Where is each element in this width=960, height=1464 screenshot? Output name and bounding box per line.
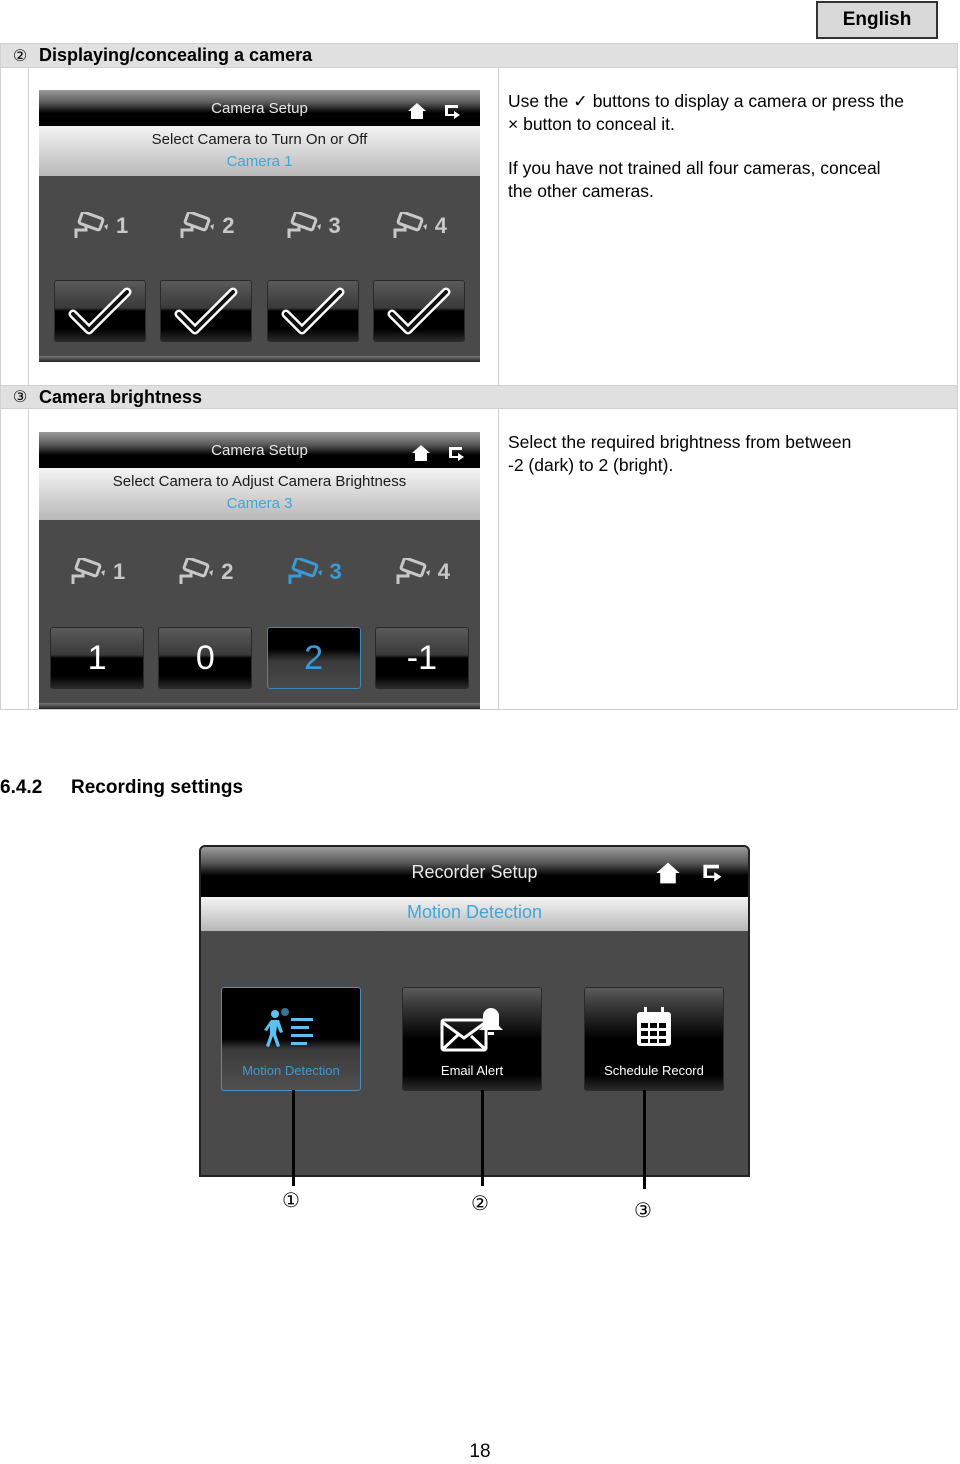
camera-setup-screen-brightness: Camera Setup Select Camera to Adjust Cam… xyxy=(39,432,480,709)
desc-line: × button to conceal it. xyxy=(508,114,675,134)
camera-list: 1 2 3 4 xyxy=(39,210,480,242)
back-icon[interactable] xyxy=(701,861,725,883)
calendar-icon xyxy=(637,1007,671,1046)
desc-line: Use the ✓ buttons to display a camera or… xyxy=(508,91,904,111)
camera-icon xyxy=(179,558,214,584)
checkmark-icon xyxy=(387,287,451,335)
callout-line xyxy=(292,1090,295,1186)
desc-line: If you have not trained all four cameras… xyxy=(508,158,881,178)
email-alert-button[interactable]: Email Alert xyxy=(402,987,542,1091)
callout-number: ② xyxy=(471,1193,489,1215)
camera-icon xyxy=(288,558,322,584)
description-brightness: Select the required brightness from betw… xyxy=(508,431,953,477)
camera-number: 2 xyxy=(221,559,234,584)
camera-item[interactable]: 4 xyxy=(366,210,472,242)
desc-line: Select the required brightness from betw… xyxy=(508,432,852,452)
camera-icon xyxy=(180,212,215,238)
camera-number: 1 xyxy=(116,213,129,238)
camera-icon xyxy=(71,558,105,584)
screen-subtitle-bar: Select Camera to Turn On or Off Camera 1 xyxy=(39,126,480,176)
camera-item[interactable]: 1 xyxy=(47,210,153,242)
camera-1-check-button[interactable] xyxy=(54,280,147,342)
checkmark-icon xyxy=(68,287,132,335)
row-number: ③ xyxy=(12,389,28,406)
checkmark-icon xyxy=(281,287,345,335)
camera-number: 3 xyxy=(328,213,341,238)
desc-line: -2 (dark) to 2 (bright). xyxy=(508,455,674,475)
motion-detection-button[interactable]: Motion Detection xyxy=(221,987,361,1091)
desc-line: the other cameras. xyxy=(508,181,654,201)
screen-bottom-edge xyxy=(39,356,480,362)
description-display-conceal: Use the ✓ buttons to display a camera or… xyxy=(508,90,953,203)
email-alert-icon xyxy=(440,1008,503,1052)
callout-line xyxy=(643,1090,646,1189)
button-label: Motion Detection xyxy=(242,1063,340,1078)
screen-subtitle: Select Camera to Turn On or Off xyxy=(151,131,368,148)
camera-2-check-button[interactable] xyxy=(160,280,253,342)
motion-detection-icon xyxy=(264,1008,313,1047)
camera-4-check-button[interactable] xyxy=(372,280,465,342)
screen-subtitle: Motion Detection xyxy=(406,902,543,922)
button-label: Schedule Record xyxy=(604,1063,704,1078)
checkmark-icon xyxy=(174,287,238,335)
divider xyxy=(498,409,499,709)
screen-subtitle-bar: Motion Detection xyxy=(201,897,748,931)
selected-camera-label: Camera 1 xyxy=(226,153,293,170)
language-label: English xyxy=(816,1,938,39)
brightness-button[interactable]: 0 xyxy=(158,627,253,689)
divider xyxy=(28,68,29,385)
home-icon[interactable] xyxy=(407,102,427,120)
back-icon[interactable] xyxy=(447,444,467,462)
section-number: 6.4.2 xyxy=(0,777,43,798)
back-icon[interactable] xyxy=(443,102,463,120)
row-title: Displaying/concealing a camera xyxy=(39,45,313,65)
camera-icon xyxy=(74,212,108,238)
brightness-button-selected[interactable]: 2 xyxy=(266,627,361,689)
callout-line xyxy=(481,1090,484,1186)
divider xyxy=(498,68,499,385)
button-label: Email Alert xyxy=(440,1063,504,1078)
divider xyxy=(28,409,29,709)
section-heading: 6.4.2 Recording settings xyxy=(0,777,243,799)
screen-subtitle-bar: Select Camera to Adjust Camera Brightnes… xyxy=(39,468,480,520)
camera-item[interactable]: 3 xyxy=(260,210,366,242)
camera-item[interactable]: 1 xyxy=(43,556,151,588)
camera-number: 4 xyxy=(437,559,450,584)
camera-setup-screen-onoff: Camera Setup Select Camera to Turn On or… xyxy=(39,90,480,362)
selected-camera-label: Camera 3 xyxy=(226,495,293,512)
screen-title-bar: Recorder Setup xyxy=(201,847,748,899)
row-title: Camera brightness xyxy=(39,386,203,407)
brightness-button[interactable]: 1 xyxy=(50,627,145,689)
home-icon[interactable] xyxy=(411,444,431,462)
home-icon[interactable] xyxy=(655,861,681,885)
camera-number: 4 xyxy=(434,213,447,238)
camera-icon xyxy=(287,212,321,238)
schedule-record-button[interactable]: Schedule Record xyxy=(584,987,724,1091)
camera-3-check-button[interactable] xyxy=(266,280,359,342)
callout-number: ③ xyxy=(634,1200,652,1222)
brightness-buttons: 1 0 2 -1 xyxy=(39,627,480,689)
row-header-display-conceal: ② Displaying/concealing a camera xyxy=(1,44,957,68)
page-number: 18 xyxy=(469,1441,491,1462)
camera-number: 1 xyxy=(113,559,126,584)
toggle-buttons xyxy=(39,280,480,342)
camera-icon xyxy=(393,212,427,238)
screen-bottom-edge xyxy=(39,703,480,709)
camera-item[interactable]: 2 xyxy=(153,210,259,242)
camera-number: 3 xyxy=(329,559,342,584)
callout-number: ① xyxy=(282,1190,300,1212)
camera-item-active[interactable]: 3 xyxy=(260,556,368,588)
camera-icon xyxy=(396,558,430,584)
section-title: Recording settings xyxy=(71,777,244,798)
camera-list: 1 2 3 4 xyxy=(39,556,480,588)
camera-item[interactable]: 4 xyxy=(368,556,476,588)
row-header-brightness: ③ Camera brightness xyxy=(1,385,957,409)
row-number: ② xyxy=(12,47,28,65)
screen-subtitle: Select Camera to Adjust Camera Brightnes… xyxy=(112,473,407,490)
camera-number: 2 xyxy=(222,213,235,238)
brightness-button[interactable]: -1 xyxy=(374,627,469,689)
camera-item[interactable]: 2 xyxy=(151,556,259,588)
